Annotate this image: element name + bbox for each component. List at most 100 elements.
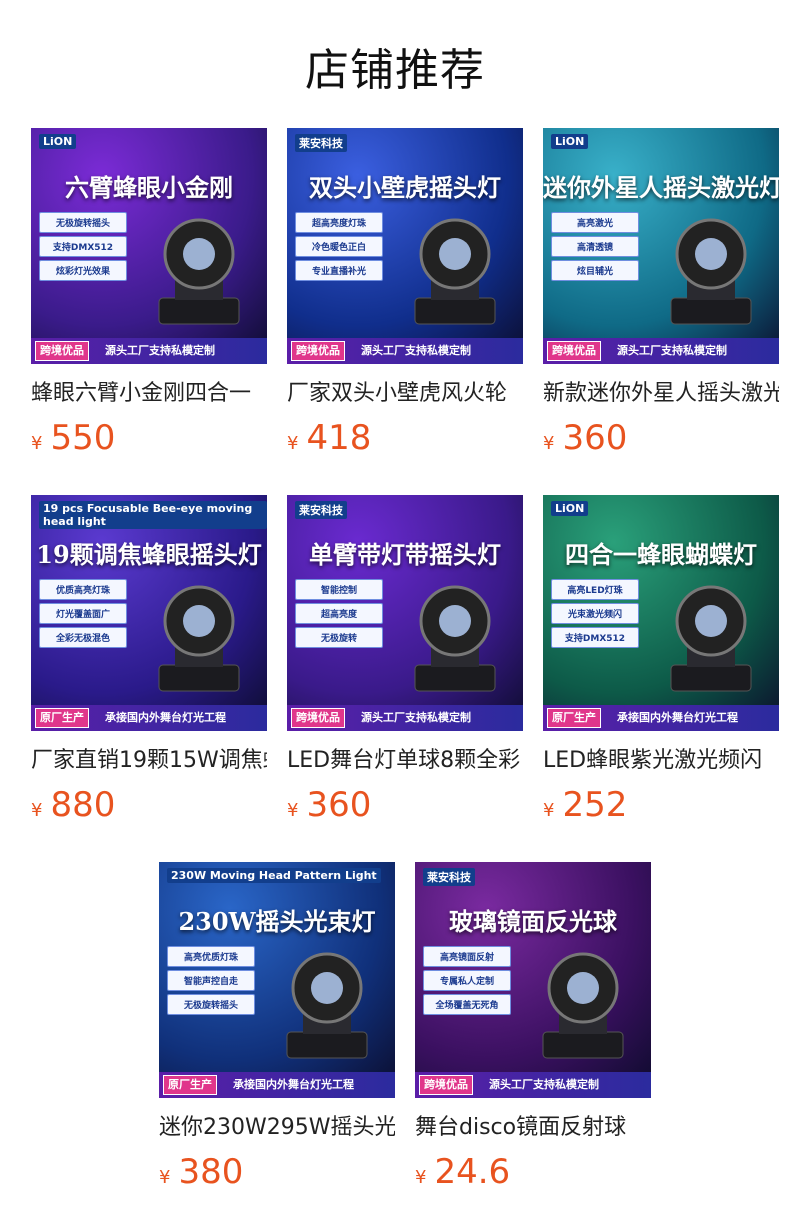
product-image-brand: LiON xyxy=(39,134,77,149)
product-card[interactable]: 莱安科技 单臂带灯带摇头灯 智能控制 超高亮度 无极旋转 源头工厂支持私模定制 跨境优品 LE… xyxy=(287,495,523,829)
product-price: ¥24.6 xyxy=(415,1154,651,1196)
product-image-brand: LiON xyxy=(551,134,589,149)
product-image[interactable]: 230W Moving Head Pattern Light 230W摇头光束灯高… xyxy=(159,862,395,1098)
product-image-brand: 莱安科技 xyxy=(295,134,347,152)
product-image[interactable]: LiON 迷你外星人摇头激光灯 高亮激光 高清透镜 炫目辅光 源头工厂支持私模定制 跨境优品 xyxy=(543,128,779,364)
currency-symbol: ¥ xyxy=(31,800,43,821)
product-name[interactable]: 舞台disco镜面反射球 xyxy=(415,1114,651,1142)
product-card[interactable]: 莱安科技 玻璃镜面反光球 高亮镜面反射 专属私人定制 全场覆盖无死角 源头工厂支持私模定制… xyxy=(415,862,651,1196)
product-card[interactable]: LiON 六臂蜂眼小金刚 无极旋转摇头 支持DMX512 炫彩灯光效果 源头工厂支持私模定… xyxy=(31,128,267,462)
product-image-headline: 四合一蜂眼蝴蝶灯 xyxy=(565,540,757,569)
product-card[interactable]: 莱安科技 双头小壁虎摇头灯 超高亮度灯珠 冷色暖色正白 专业直播补光 源头工厂支持私模定制… xyxy=(287,128,523,462)
product-name[interactable]: 厂家双头小壁虎风火轮 xyxy=(287,380,523,408)
product-card[interactable]: 19 pcs Focusable Bee-eye moving head lig… xyxy=(31,495,267,829)
price-value: 360 xyxy=(306,785,372,825)
product-image-headline: 230W摇头光束灯 xyxy=(178,907,376,936)
product-image-brand: 莱安科技 xyxy=(295,501,347,519)
product-image-feature: 灯光覆盖面广 xyxy=(39,603,127,624)
product-price: ¥550 xyxy=(31,420,267,462)
product-name[interactable]: LED蜂眼紫光激光频闪 xyxy=(543,747,779,775)
product-name[interactable]: 厂家直销19颗15W调焦蜂眼 xyxy=(31,747,267,775)
currency-symbol: ¥ xyxy=(31,433,43,454)
currency-symbol: ¥ xyxy=(543,433,555,454)
product-image-feature: 超高亮度 xyxy=(295,603,383,624)
product-image-feature: 高亮LED灯珠 xyxy=(551,579,639,600)
price-value: 550 xyxy=(50,418,116,458)
product-name[interactable]: 新款迷你外星人摇头激光灯 xyxy=(543,380,779,408)
product-name[interactable]: 蜂眼六臂小金刚四合一 xyxy=(31,380,267,408)
product-image-feature: 高亮激光 xyxy=(551,212,639,233)
product-price: ¥880 xyxy=(31,787,267,829)
product-image-feature: 超高亮度灯珠 xyxy=(295,212,383,233)
product-name[interactable]: 迷你230W295W摇头光束灯 xyxy=(159,1114,395,1142)
currency-symbol: ¥ xyxy=(287,800,299,821)
product-image-feature: 支持DMX512 xyxy=(551,627,639,648)
product-card[interactable]: 230W Moving Head Pattern Light 230W摇头光束灯高… xyxy=(159,862,395,1196)
product-image-feature: 优质高亮灯珠 xyxy=(39,579,127,600)
product-image-brand: LiON xyxy=(551,501,589,516)
stage-light-icon xyxy=(158,585,240,692)
price-value: 380 xyxy=(178,1152,244,1192)
product-image-feature: 高清透镜 xyxy=(551,236,639,257)
product-image-feature: 炫彩灯光效果 xyxy=(39,260,127,281)
price-value: 360 xyxy=(562,418,628,458)
currency-symbol: ¥ xyxy=(415,1167,427,1188)
product-image-headline: 六臂蜂眼小金刚 xyxy=(65,173,233,202)
product-image-feature: 炫目辅光 xyxy=(551,260,639,281)
currency-symbol: ¥ xyxy=(543,800,555,821)
product-image-badge: 原厂生产 xyxy=(35,708,89,728)
price-value: 880 xyxy=(50,785,116,825)
product-image-brand: 230W Moving Head Pattern Light xyxy=(167,868,381,883)
product-image-feature: 智能声控自走 xyxy=(167,970,255,991)
price-value: 24.6 xyxy=(434,1152,511,1192)
price-value: 418 xyxy=(306,418,372,458)
product-image-badge: 跨境优品 xyxy=(547,341,601,361)
product-image-headline: 迷你外星人摇头激光灯 xyxy=(543,173,779,202)
product-image-feature: 无极旋转 xyxy=(295,627,383,648)
product-image[interactable]: 19 pcs Focusable Bee-eye moving head lig… xyxy=(31,495,267,731)
product-card[interactable]: LiON 四合一蜂眼蝴蝶灯 高亮LED灯珠 光束激光频闪 支持DMX512 承接国内外舞台… xyxy=(543,495,779,829)
product-image-brand: 19 pcs Focusable Bee-eye moving head lig… xyxy=(39,501,267,529)
product-image-feature: 高亮优质灯珠 xyxy=(167,946,255,967)
product-image-badge: 跨境优品 xyxy=(419,1075,473,1095)
product-image-feature: 智能控制 xyxy=(295,579,383,600)
currency-symbol: ¥ xyxy=(159,1167,171,1188)
product-image[interactable]: 莱安科技 玻璃镜面反光球 高亮镜面反射 专属私人定制 全场覆盖无死角 源头工厂支持私模定制… xyxy=(415,862,651,1098)
product-card[interactable]: LiON 迷你外星人摇头激光灯 高亮激光 高清透镜 炫目辅光 源头工厂支持私模定制 跨境优品… xyxy=(543,128,779,462)
product-image-feature: 专属私人定制 xyxy=(423,970,511,991)
product-price: ¥360 xyxy=(543,420,779,462)
product-image-brand: 莱安科技 xyxy=(423,868,475,886)
product-price: ¥418 xyxy=(287,420,523,462)
stage-light-icon xyxy=(414,585,496,692)
stage-light-icon xyxy=(670,585,752,692)
stage-light-icon xyxy=(158,218,240,325)
product-image-badge: 跨境优品 xyxy=(35,341,89,361)
page-title: 店铺推荐 xyxy=(305,45,485,96)
product-image-badge: 跨境优品 xyxy=(291,341,345,361)
product-image[interactable]: LiON 六臂蜂眼小金刚 无极旋转摇头 支持DMX512 炫彩灯光效果 源头工厂支持私模定… xyxy=(31,128,267,364)
product-image-badge: 原厂生产 xyxy=(547,708,601,728)
product-price: ¥360 xyxy=(287,787,523,829)
product-image-feature: 全场覆盖无死角 xyxy=(423,994,511,1015)
stage-light-icon xyxy=(286,952,368,1059)
product-image-feature: 光束激光频闪 xyxy=(551,603,639,624)
product-image[interactable]: LiON 四合一蜂眼蝴蝶灯 高亮LED灯珠 光束激光频闪 支持DMX512 承接国内外舞台… xyxy=(543,495,779,731)
price-value: 252 xyxy=(562,785,628,825)
product-image-headline: 单臂带灯带摇头灯 xyxy=(309,540,501,569)
stage-light-icon xyxy=(414,218,496,325)
product-price: ¥380 xyxy=(159,1154,395,1196)
product-image[interactable]: 莱安科技 双头小壁虎摇头灯 超高亮度灯珠 冷色暖色正白 专业直播补光 源头工厂支持私模定制… xyxy=(287,128,523,364)
product-image-feature: 无极旋转摇头 xyxy=(39,212,127,233)
stage-light-icon xyxy=(670,218,752,325)
product-image-feature: 高亮镜面反射 xyxy=(423,946,511,967)
product-image-feature: 无极旋转摇头 xyxy=(167,994,255,1015)
currency-symbol: ¥ xyxy=(287,433,299,454)
product-image-feature: 全彩无极混色 xyxy=(39,627,127,648)
product-image-feature: 专业直播补光 xyxy=(295,260,383,281)
product-image-feature: 冷色暖色正白 xyxy=(295,236,383,257)
product-image-badge: 原厂生产 xyxy=(163,1075,217,1095)
product-price: ¥252 xyxy=(543,787,779,829)
product-name[interactable]: LED舞台灯单球8颗全彩 xyxy=(287,747,523,775)
product-image-headline: 双头小壁虎摇头灯 xyxy=(309,173,501,202)
product-image[interactable]: 莱安科技 单臂带灯带摇头灯 智能控制 超高亮度 无极旋转 源头工厂支持私模定制 跨境优品 xyxy=(287,495,523,731)
